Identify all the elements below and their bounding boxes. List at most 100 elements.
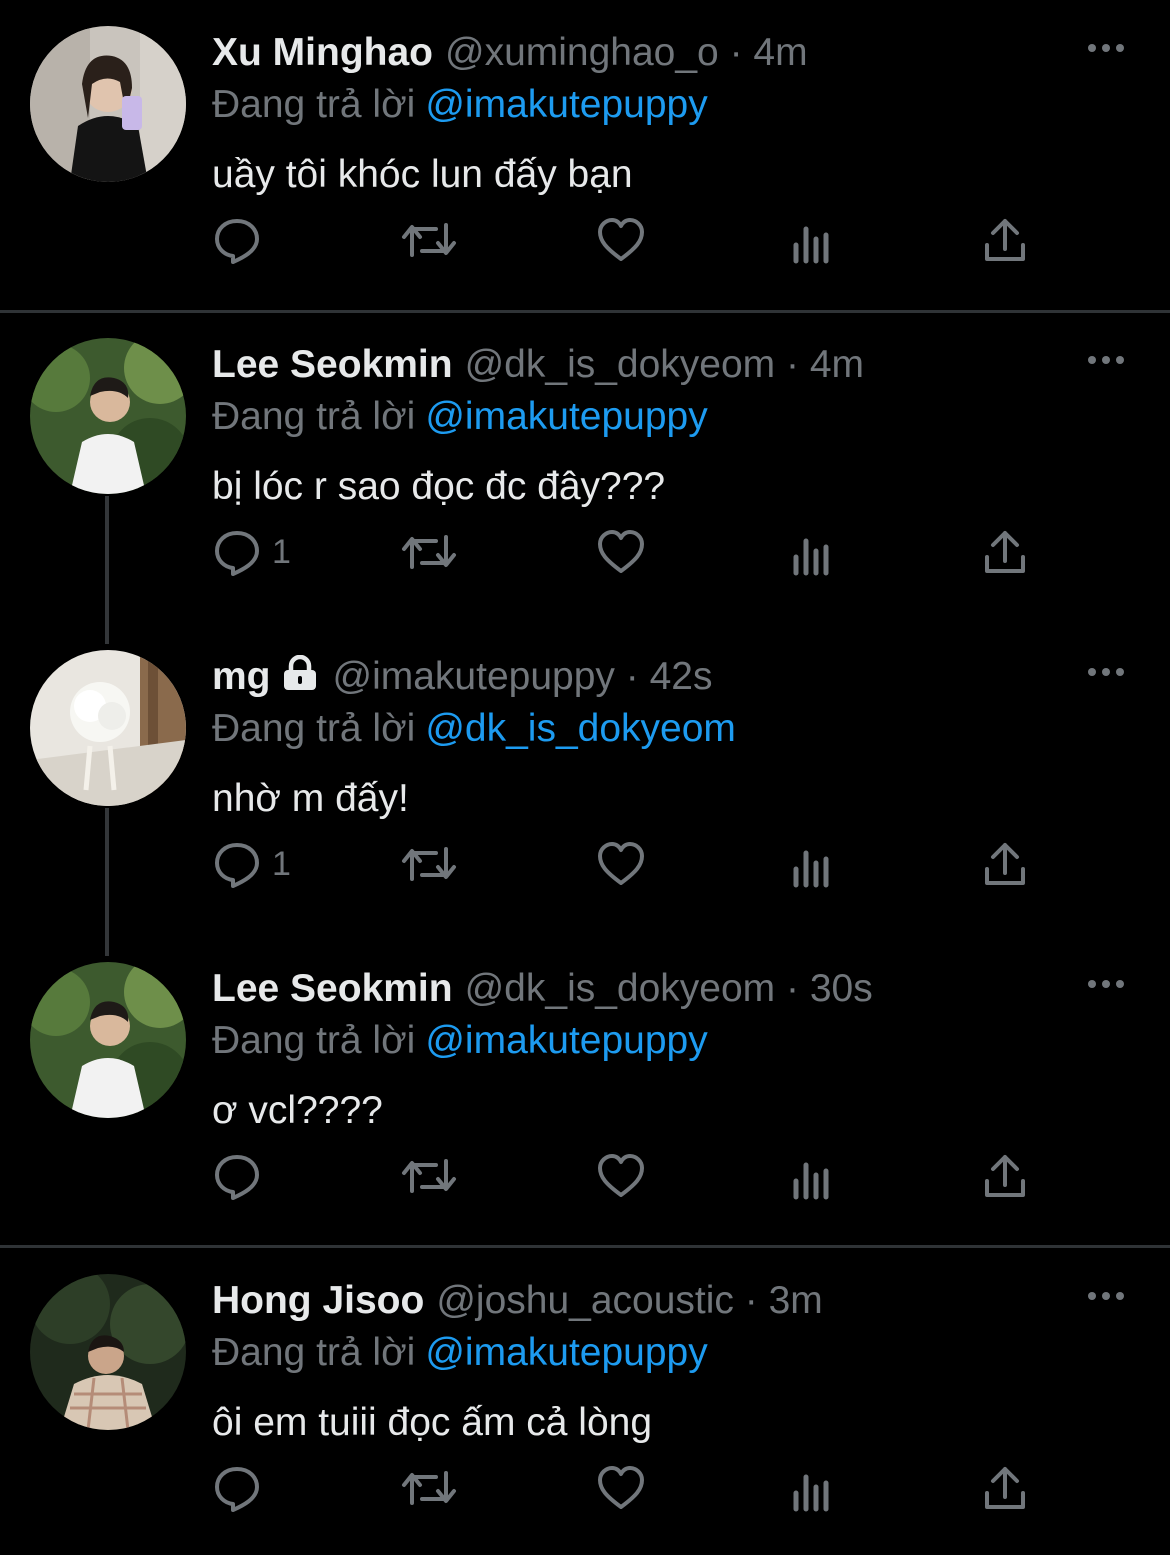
replying-to: Đang trả lời @imakutepuppy [212, 392, 1110, 442]
share-button[interactable] [982, 834, 1028, 894]
views-button[interactable] [792, 522, 834, 582]
retweet-icon [402, 847, 456, 881]
heart-icon [598, 1466, 644, 1509]
action-bar: 1 [212, 834, 1072, 894]
reply-prefix: Đang trả lời [212, 707, 416, 750]
analytics-icon [793, 1474, 829, 1512]
views-button[interactable] [792, 210, 834, 270]
share-icon [985, 531, 1025, 573]
thread-connector [105, 496, 109, 644]
speech-bubble-icon [215, 219, 259, 264]
display-name[interactable]: Lee Seokmin [212, 343, 453, 386]
more-dots-icon[interactable] [1086, 972, 1126, 996]
avatar[interactable] [30, 338, 186, 494]
reply-button[interactable]: 1 [212, 522, 291, 582]
analytics-icon [793, 850, 829, 888]
reply-prefix: Đang trả lời [212, 395, 416, 438]
retweet-button[interactable] [400, 1146, 458, 1206]
timestamp[interactable]: 42s [650, 655, 713, 698]
tweet-text: ôi em tuiii đọc ấm cả lòng [212, 1401, 653, 1444]
handle[interactable]: @imakutepuppy [333, 655, 615, 698]
display-name[interactable]: Lee Seokmin [212, 967, 453, 1010]
display-name[interactable]: Xu Minghao [212, 31, 433, 74]
reply-button[interactable] [212, 1146, 272, 1206]
retweet-button[interactable] [400, 210, 458, 270]
handle-and-time: @dk_is_dokyeom · 30s [464, 967, 873, 1010]
mention-link[interactable]: @dk_is_dokyeom [425, 707, 736, 750]
share-button[interactable] [982, 522, 1028, 582]
handle[interactable]: @dk_is_dokyeom [465, 967, 776, 1010]
share-icon [985, 1155, 1025, 1197]
display-name[interactable]: Hong Jisoo [212, 1279, 424, 1322]
timestamp[interactable]: 30s [810, 967, 873, 1010]
speech-bubble-icon [215, 843, 259, 888]
reply-count: 1 [272, 844, 291, 883]
handle[interactable]: @dk_is_dokyeom [465, 343, 776, 386]
avatar[interactable] [30, 1274, 186, 1430]
tweet-header: Lee Seokmin @dk_is_dokyeom · 30s [212, 964, 1110, 1014]
more-dots-icon[interactable] [1086, 660, 1126, 684]
retweet-button[interactable] [400, 1458, 458, 1518]
reply-button[interactable] [212, 1458, 272, 1518]
analytics-icon [793, 226, 829, 264]
reply-prefix: Đang trả lời [212, 1331, 416, 1374]
mention-link[interactable]: @imakutepuppy [425, 395, 707, 438]
display-name[interactable]: mg [212, 655, 271, 698]
lock-icon [279, 654, 321, 704]
tweet-text: bị lóc r sao đọc đc đây??? [212, 465, 666, 508]
tweet-text: uầy tôi khóc lun đấy bạn [212, 153, 633, 196]
avatar[interactable] [30, 962, 186, 1118]
views-button[interactable] [792, 834, 834, 894]
more-dots-icon[interactable] [1086, 348, 1126, 372]
retweet-button[interactable] [400, 834, 458, 894]
timestamp[interactable]: 4m [810, 343, 864, 386]
timestamp[interactable]: 3m [769, 1279, 823, 1322]
action-bar [212, 1146, 1072, 1206]
share-button[interactable] [982, 1146, 1028, 1206]
views-button[interactable] [792, 1146, 834, 1206]
like-button[interactable] [596, 1458, 646, 1518]
retweet-button[interactable] [400, 522, 458, 582]
share-button[interactable] [982, 1458, 1028, 1518]
speech-bubble-icon [215, 531, 259, 576]
like-button[interactable] [596, 834, 646, 894]
views-button[interactable] [792, 1458, 834, 1518]
handle[interactable]: @xuminghao_o [445, 31, 719, 74]
analytics-icon [793, 538, 829, 576]
retweet-icon [402, 1159, 456, 1193]
share-icon [985, 1467, 1025, 1509]
replying-to: Đang trả lời @imakutepuppy [212, 1328, 1110, 1378]
avatar[interactable] [30, 650, 186, 806]
handle-and-time: @xuminghao_o · 4m [444, 31, 808, 74]
share-icon [985, 219, 1025, 261]
action-bar [212, 210, 1072, 270]
heart-icon [598, 218, 644, 261]
action-bar: 1 [212, 522, 1072, 582]
like-button[interactable] [596, 522, 646, 582]
share-icon [985, 843, 1025, 885]
replying-to: Đang trả lời @imakutepuppy [212, 1016, 1110, 1066]
reply-prefix: Đang trả lời [212, 1019, 416, 1062]
like-button[interactable] [596, 1146, 646, 1206]
reply-count: 1 [272, 532, 291, 571]
like-button[interactable] [596, 210, 646, 270]
tweet-header: mg @imakutepuppy · 42s [212, 652, 1110, 702]
handle[interactable]: @joshu_acoustic [436, 1279, 734, 1322]
handle-and-time: @joshu_acoustic · 3m [436, 1279, 823, 1322]
action-bar [212, 1458, 1072, 1518]
retweet-icon [402, 535, 456, 569]
tweet-divider [0, 310, 1170, 313]
more-dots-icon[interactable] [1086, 36, 1126, 60]
heart-icon [598, 530, 644, 573]
heart-icon [598, 842, 644, 885]
more-dots-icon[interactable] [1086, 1284, 1126, 1308]
mention-link[interactable]: @imakutepuppy [425, 1331, 707, 1374]
avatar[interactable] [30, 26, 186, 182]
mention-link[interactable]: @imakutepuppy [425, 83, 707, 126]
timestamp[interactable]: 4m [753, 31, 807, 74]
mention-link[interactable]: @imakutepuppy [425, 1019, 707, 1062]
reply-button[interactable]: 1 [212, 834, 291, 894]
share-button[interactable] [982, 210, 1028, 270]
heart-icon [598, 1154, 644, 1197]
reply-button[interactable] [212, 210, 272, 270]
